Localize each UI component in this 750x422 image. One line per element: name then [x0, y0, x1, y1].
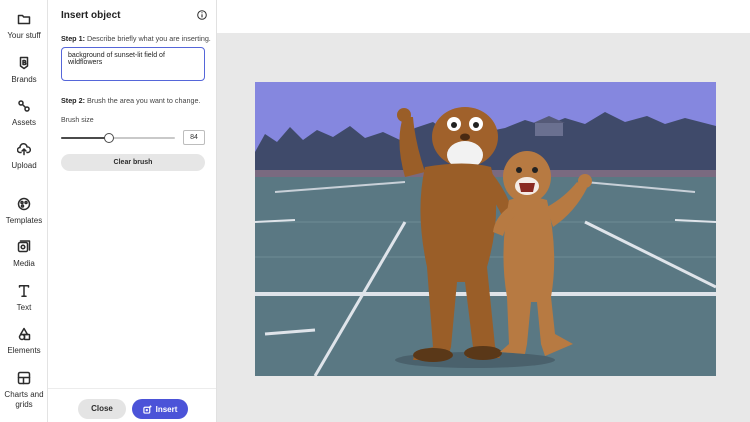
upload-icon: [17, 143, 31, 156]
step-2-label: Step 2:: [61, 96, 85, 105]
rail-item-elements[interactable]: Elements: [0, 327, 48, 356]
rail-label: Elements: [7, 346, 41, 355]
rail-label: Templates: [5, 216, 43, 225]
rail-label: Assets: [11, 118, 36, 127]
rail-item-media[interactable]: Media: [0, 240, 48, 269]
slider-fill: [61, 137, 109, 139]
step-2-text: Brush the area you want to change.: [86, 96, 201, 105]
elements-icon: [18, 327, 31, 341]
panel-footer: Close Insert: [48, 388, 216, 422]
prompt-input[interactable]: background of sunset-lit field of wildfl…: [61, 47, 205, 81]
rail-item-assets[interactable]: Assets: [0, 99, 48, 128]
canvas-area: [217, 33, 750, 422]
mascot-photo: [255, 82, 716, 376]
step-1-instruction: Step 1: Describe briefly what you are in…: [61, 34, 211, 43]
folder-icon: [17, 14, 31, 25]
step-1-text: Describe briefly what you are inserting.: [86, 34, 211, 43]
slider-thumb[interactable]: [104, 133, 114, 143]
panel-title: Insert object: [61, 10, 121, 21]
rail-label: Media: [13, 259, 35, 268]
rail-item-text[interactable]: Text: [0, 284, 48, 313]
insert-button[interactable]: Insert: [132, 399, 188, 419]
step-2-instruction: Step 2: Brush the area you want to chang…: [61, 96, 200, 105]
rail-item-charts-and-grids[interactable]: Charts and grids: [0, 371, 48, 410]
insert-button-label: Insert: [155, 404, 178, 414]
step-1-label: Step 1:: [61, 34, 85, 43]
close-button[interactable]: Close: [78, 399, 126, 419]
brush-size-slider[interactable]: [61, 133, 175, 143]
brand-icon: [19, 56, 29, 70]
rail-item-upload[interactable]: Upload: [0, 142, 48, 171]
charts-grids-icon: [17, 371, 31, 385]
rail-label: Upload: [11, 161, 37, 170]
canvas-image[interactable]: [255, 82, 716, 376]
assets-icon: [18, 100, 30, 112]
generative-insert-icon: [142, 405, 152, 414]
rail-item-your-stuff[interactable]: Your stuff: [0, 12, 48, 41]
rail-label: Charts and grids: [4, 390, 44, 409]
top-bar: [217, 0, 750, 33]
info-icon[interactable]: [197, 10, 207, 20]
rail-label: Brands: [11, 75, 37, 84]
text-icon: [18, 285, 30, 298]
clear-brush-button[interactable]: Clear brush: [61, 154, 205, 171]
left-rail: Your stuff Brands Assets Upload Template…: [0, 0, 48, 422]
rail-item-brands[interactable]: Brands: [0, 56, 48, 85]
templates-icon: [17, 197, 31, 211]
media-icon: [17, 240, 31, 253]
insert-object-panel: Insert object Step 1: Describe briefly w…: [48, 0, 217, 422]
brush-size-label: Brush size: [61, 117, 94, 124]
rail-item-templates[interactable]: Templates: [0, 197, 48, 226]
rail-label: Text: [16, 303, 32, 312]
brush-size-value[interactable]: 84: [183, 130, 205, 145]
rail-label: Your stuff: [7, 31, 41, 40]
